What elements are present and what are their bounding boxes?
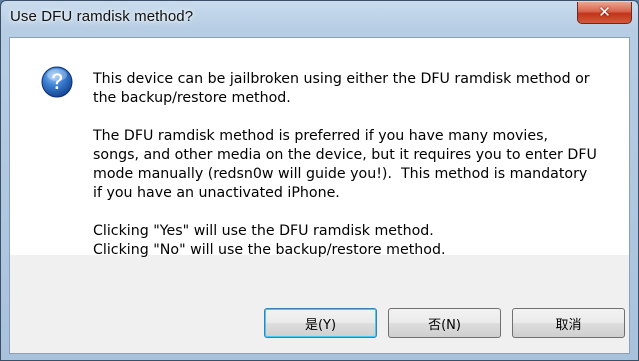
cancel-button[interactable]: 取消 — [512, 308, 625, 338]
window-title: Use DFU ramdisk method? — [10, 8, 194, 25]
message-text: This device can be jailbroken using eith… — [93, 70, 613, 279]
message-paragraph-1: This device can be jailbroken using eith… — [93, 71, 590, 106]
yes-button[interactable]: 是(Y) — [264, 308, 377, 338]
button-row: 是(Y) 否(N) 取消 — [10, 255, 629, 355]
message-paragraph-2: The DFU ramdisk method is preferred if y… — [93, 128, 597, 201]
dialog-client-area: This device can be jailbroken using eith… — [9, 37, 630, 354]
message-area: This device can be jailbroken using eith… — [10, 38, 629, 258]
close-icon: ✕ — [598, 3, 611, 21]
title-bar[interactable]: Use DFU ramdisk method? ✕ — [1, 1, 638, 37]
question-icon — [41, 66, 73, 98]
close-button[interactable]: ✕ — [577, 2, 632, 24]
no-button[interactable]: 否(N) — [388, 308, 501, 338]
dialog-window: Use DFU ramdisk method? ✕ This device ca… — [0, 0, 639, 361]
